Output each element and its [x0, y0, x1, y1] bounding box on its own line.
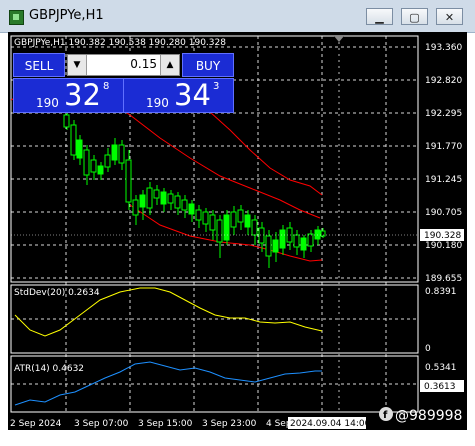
price-label-3: 192.295	[425, 109, 462, 119]
atr-label: ATR(14) 0.4632	[14, 364, 84, 374]
sell-price-big: 32	[64, 78, 101, 112]
stddev-min-label: 0	[425, 344, 431, 354]
stddev-label: StdDev(20) 0.2634	[14, 288, 100, 298]
crosshair-time-label: 2024.09.04 14:00	[290, 419, 371, 429]
stddev-max-label: 0.8391	[425, 287, 457, 297]
price-label-8: 189.655	[425, 274, 462, 284]
buy-button[interactable]: BUY	[182, 53, 234, 77]
price-label-7: 190.180	[425, 241, 462, 251]
price-label-6: 190.705	[425, 208, 462, 218]
minimize-button[interactable]: ▁	[366, 8, 393, 25]
chart-header: GBPJPYe,H1 190.382 190.538 190.280 190.3…	[14, 38, 226, 48]
time-label-2: 3 Sep 07:00	[74, 419, 129, 429]
chart-app-icon	[9, 10, 24, 25]
current-price-label: 190.328	[424, 231, 461, 241]
time-label-3: 3 Sep 15:00	[138, 419, 193, 429]
time-label-4: 3 Sep 23:00	[202, 419, 257, 429]
title-bar: GBPJPYe,H1 ▁ ▢ ✕	[0, 0, 475, 33]
window-title: GBPJPYe,H1	[29, 8, 104, 23]
close-button[interactable]: ✕	[436, 8, 463, 25]
shift-marker-icon[interactable]	[334, 36, 344, 42]
watermark-text: @989998	[395, 408, 462, 424]
upper-envelope-line-2	[209, 111, 323, 196]
atr-current-label: 0.3613	[424, 382, 456, 392]
price-label-2: 192.820	[425, 76, 462, 86]
sell-price-sup: 8	[103, 81, 110, 92]
one-click-trading-panel: SELL ▼ 0.15 ▲ BUY 190 32 8 190 34 3	[12, 53, 234, 113]
time-label-5: 4 Sep	[266, 419, 292, 429]
lot-size-field[interactable]: ▼ 0.15 ▲	[67, 54, 180, 76]
buy-price-sup: 3	[213, 81, 220, 92]
sell-price-prefix: 190	[36, 96, 59, 110]
price-label-5: 191.245	[425, 175, 462, 185]
lot-size-input[interactable]: 0.15	[130, 57, 157, 71]
sell-button[interactable]: SELL	[13, 53, 65, 77]
atr-top-label: 0.5341	[425, 363, 457, 373]
buy-price-big: 34	[174, 78, 211, 112]
maximize-button[interactable]: ▢	[401, 8, 428, 25]
price-label-1: 193.360	[425, 43, 462, 53]
buy-price-prefix: 190	[146, 96, 169, 110]
price-label-4: 191.770	[425, 142, 462, 152]
sell-quote[interactable]: 190 32 8	[13, 78, 124, 113]
buy-quote[interactable]: 190 34 3	[123, 78, 234, 113]
time-label-1: 2 Sep 2024	[10, 419, 62, 429]
lot-increase-icon[interactable]: ▲	[160, 55, 179, 75]
lot-decrease-icon[interactable]: ▼	[68, 55, 87, 75]
watermark-icon-glyph: f	[383, 410, 388, 421]
